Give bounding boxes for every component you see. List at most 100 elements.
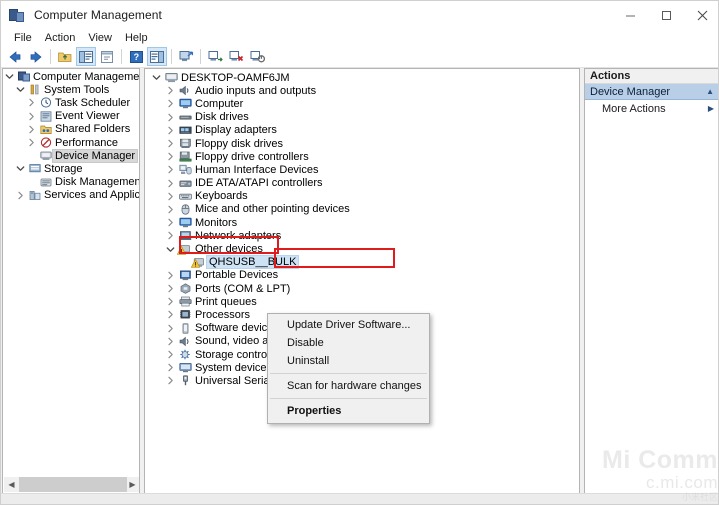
device-tree-item-keyboards[interactable]: Keyboards [145, 190, 579, 203]
chevron-right-icon[interactable] [163, 205, 177, 214]
chevron-right-icon[interactable] [163, 126, 177, 135]
context-menu-item-scan-for-hardware-changes[interactable]: Scan for hardware changes [268, 377, 429, 395]
chevron-right-icon[interactable] [163, 165, 177, 174]
chevron-down-icon[interactable] [14, 85, 27, 94]
chevron-down-icon[interactable] [3, 72, 16, 81]
context-menu-item-update-driver-software[interactable]: Update Driver Software... [268, 316, 429, 334]
device-tree-item-label: Human Interface Devices [195, 163, 319, 176]
chevron-right-icon[interactable] [25, 98, 38, 107]
chevron-right-icon[interactable] [163, 271, 177, 280]
chevron-down-icon[interactable] [14, 164, 27, 173]
console-tree-item-shared-folders[interactable]: Shared Folders [3, 123, 139, 136]
chevron-right-icon[interactable] [163, 297, 177, 306]
chevron-right-icon[interactable] [25, 138, 38, 147]
chevron-right-icon[interactable] [163, 284, 177, 293]
console-tree-item-system-tools[interactable]: System Tools [3, 83, 139, 96]
device-tree-item-disk-drives[interactable]: Disk drives [145, 111, 579, 124]
device-tree-item-mice-and-other-pointing-devices[interactable]: Mice and other pointing devices [145, 203, 579, 216]
chevron-right-icon[interactable] [163, 152, 177, 161]
device-tree-item-label: Mice and other pointing devices [195, 203, 350, 216]
chevron-right-icon[interactable] [163, 310, 177, 319]
minimize-icon[interactable] [612, 1, 648, 29]
chevron-right-icon[interactable] [163, 139, 177, 148]
device-tree-item-desktop-oamf6jm[interactable]: DESKTOP-OAMF6JM [145, 71, 579, 84]
up-one-level-button[interactable] [55, 47, 75, 66]
console-tree-pane[interactable]: Computer Management (LocalSystem ToolsTa… [2, 68, 140, 494]
chevron-right-icon[interactable] [25, 125, 38, 134]
chevron-right-icon[interactable] [163, 376, 177, 385]
device-tree-item-human-interface-devices[interactable]: Human Interface Devices [145, 163, 579, 176]
menu-bar: File Action View Help [1, 29, 718, 46]
device-tree-item-portable-devices[interactable]: Portable Devices [145, 269, 579, 282]
device-tree-pane[interactable]: DESKTOP-OAMF6JM Audio inputs and outputs C… [144, 68, 580, 494]
chevron-right-icon[interactable] [163, 231, 177, 240]
chevron-right-icon[interactable] [163, 179, 177, 188]
console-tree-item-storage[interactable]: Storage [3, 162, 139, 175]
device-tree-item-monitors[interactable]: Monitors [145, 216, 579, 229]
chevron-right-icon[interactable] [163, 113, 177, 122]
chevron-right-icon[interactable] [163, 218, 177, 227]
back-button[interactable] [5, 47, 25, 66]
chevron-right-icon[interactable] [163, 324, 177, 333]
update-driver-button[interactable] [205, 47, 225, 66]
chevron-right-icon[interactable] [163, 363, 177, 372]
device-tree-item-audio-inputs-and-outputs[interactable]: Audio inputs and outputs [145, 84, 579, 97]
context-menu-item-uninstall[interactable]: Uninstall [268, 352, 429, 370]
console-tree-item-performance[interactable]: Performance [3, 136, 139, 149]
chevron-right-icon[interactable] [163, 99, 177, 108]
device-tree-item-floppy-disk-drives[interactable]: Floppy disk drives [145, 137, 579, 150]
context-menu-item-properties[interactable]: Properties [268, 402, 429, 420]
menu-action[interactable]: Action [39, 31, 83, 45]
scrollbar-track[interactable] [19, 477, 127, 492]
context-menu-item-disable[interactable]: Disable [268, 334, 429, 352]
help-button[interactable]: ? [126, 47, 146, 66]
console-tree-item-event-viewer[interactable]: Event Viewer [3, 110, 139, 123]
show-hide-console-tree-button[interactable] [76, 47, 96, 66]
device-tree-item-ide-ata-atapi-controllers[interactable]: IDE ATA/ATAPI controllers [145, 177, 579, 190]
chevron-up-icon[interactable]: ▲ [706, 87, 714, 96]
chevron-right-icon[interactable] [163, 86, 177, 95]
maximize-icon[interactable] [648, 1, 684, 29]
chevron-down-icon[interactable] [149, 73, 163, 82]
console-tree-item-label: Disk Management [55, 176, 140, 189]
device-tree-item-floppy-drive-controllers[interactable]: Floppy drive controllers [145, 150, 579, 163]
chevron-right-icon[interactable]: ▶ [125, 477, 139, 492]
console-tree-hscrollbar[interactable]: ◀ ▶ [4, 477, 139, 492]
console-tree-item-device-manager[interactable]: Device Manager [3, 148, 139, 163]
forward-button[interactable] [26, 47, 46, 66]
close-icon[interactable] [684, 1, 718, 29]
chevron-right-icon[interactable] [25, 112, 38, 121]
device-tree-item-other-devices[interactable]: Other devices [145, 242, 579, 255]
device-tree-item-qhsusb-bulk[interactable]: QHSUSB__BULK [145, 255, 579, 270]
device-context-menu[interactable]: Update Driver Software... Disable Uninstal… [267, 313, 430, 424]
disable-device-button[interactable] [247, 47, 267, 66]
scrollbar-thumb[interactable] [19, 477, 127, 492]
device-tree-item-network-adapters[interactable]: Network adapters [145, 229, 579, 242]
chevron-right-icon[interactable] [163, 192, 177, 201]
scan-hardware-changes-button[interactable] [176, 47, 196, 66]
disk-drive-icon [177, 112, 193, 123]
menu-help[interactable]: Help [119, 31, 155, 45]
actions-group-device-manager[interactable]: Device Manager ▲ [585, 84, 718, 100]
show-hide-action-pane-button[interactable] [147, 47, 167, 66]
menu-view[interactable]: View [82, 31, 119, 45]
console-tree-item-services-and-applications[interactable]: Services and Applications [3, 189, 139, 202]
chevron-right-icon[interactable] [14, 191, 27, 200]
device-tree-item-label: Disk drives [195, 111, 249, 124]
console-tree-item-computer-management-local[interactable]: Computer Management (Local [3, 70, 139, 83]
device-tree-item-display-adapters[interactable]: Display adapters [145, 124, 579, 137]
chevron-right-icon[interactable] [163, 337, 177, 346]
actions-item-more-actions[interactable]: More Actions ▶ [585, 100, 718, 117]
export-list-button[interactable] [97, 47, 117, 66]
chevron-right-icon[interactable] [163, 350, 177, 359]
chevron-left-icon[interactable]: ◀ [4, 477, 19, 492]
chevron-right-icon[interactable]: ▶ [708, 104, 714, 113]
menu-file[interactable]: File [8, 31, 39, 45]
console-tree-item-disk-management[interactable]: Disk Management [3, 176, 139, 189]
device-tree-item-print-queues[interactable]: Print queues [145, 295, 579, 308]
device-tree-item-computer[interactable]: Computer [145, 97, 579, 110]
console-tree-item-task-scheduler[interactable]: Task Scheduler [3, 96, 139, 109]
device-tree-item-ports-com-lpt[interactable]: Ports (COM & LPT) [145, 282, 579, 295]
chevron-down-icon[interactable] [163, 245, 177, 254]
uninstall-device-button[interactable] [226, 47, 246, 66]
